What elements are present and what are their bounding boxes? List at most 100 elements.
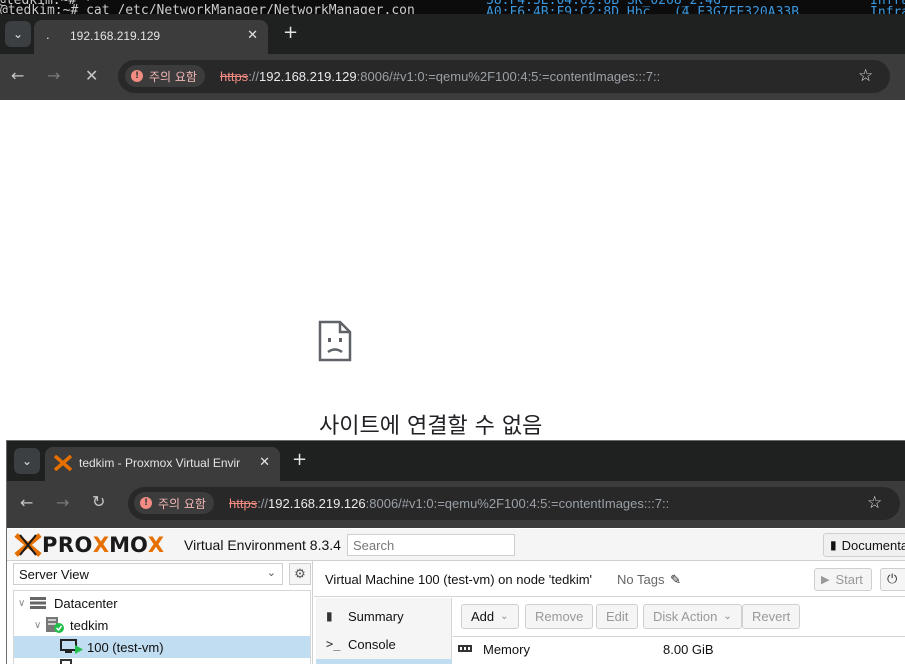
datacenter-icon: [30, 597, 46, 609]
terminal-wifi-mode: Infra: [870, 5, 905, 15]
url-host: 192.168.219.126: [268, 496, 366, 511]
url-host: 192.168.219.129: [259, 69, 357, 84]
logo-word-x2: X: [147, 533, 165, 557]
tab-title: 192.168.219.129: [70, 29, 161, 43]
tab-title: tedkim - Proxmox Virtual Envir: [79, 456, 241, 470]
proxmox-favicon-icon: [54, 455, 72, 471]
view-selector[interactable]: Server View ⌄: [13, 563, 283, 585]
url-text[interactable]: https://192.168.219.129:8006/#v1:0:=qemu…: [220, 69, 660, 84]
book-icon: ▮: [326, 609, 333, 623]
documentation-label: Documentation: [841, 537, 905, 553]
collapse-icon[interactable]: ∨: [18, 598, 25, 609]
vm-running-icon: [60, 639, 83, 654]
url-path: :8006/#v1:0:=qemu%2F100:4:5:=contentImag…: [365, 496, 670, 511]
tree-item-label: tedkim: [70, 617, 109, 633]
no-tags-label: No Tags: [617, 572, 665, 587]
new-tab-button[interactable]: +: [283, 22, 298, 43]
add-button-label: Add: [471, 609, 495, 624]
tags-area[interactable]: No Tags ✎: [617, 572, 681, 588]
url-separator: ://: [257, 496, 269, 511]
proxmox-version: Virtual Environment 8.3.4: [184, 537, 341, 553]
url-path: :8006/#v1:0:=qemu%2F100:4:5:=contentImag…: [356, 69, 661, 84]
remove-button[interactable]: Remove: [525, 604, 594, 629]
logo-word-pro: PRO: [42, 533, 93, 557]
gear-icon[interactable]: ⚙: [289, 563, 311, 585]
tab-favicon: .: [46, 27, 50, 42]
bookmark-star-icon[interactable]: ☆: [858, 66, 873, 86]
browser-tab[interactable]: . 192.168.219.129 ✕: [34, 20, 268, 54]
tree-item-label: Datacenter: [54, 595, 118, 611]
remove-button-label: Remove: [535, 609, 584, 624]
menu-item-summary[interactable]: ▮ Summary: [316, 603, 452, 629]
error-heading: 사이트에 연결할 수 없음: [319, 414, 543, 439]
power-icon: ⏻: [887, 572, 898, 587]
tab-close-icon[interactable]: ✕: [259, 454, 270, 470]
collapse-icon[interactable]: ∨: [34, 620, 41, 631]
menu-item-label: Summary: [348, 608, 404, 624]
book-icon: ▮: [830, 538, 837, 552]
memory-icon: [458, 645, 472, 652]
new-tab-button[interactable]: +: [292, 449, 307, 470]
tree-item-node[interactable]: ∨ tedkim: [14, 614, 310, 636]
vm-title: Virtual Machine 100 (test-vm) on node 't…: [325, 572, 593, 587]
chevron-down-icon: ⌄: [266, 567, 276, 579]
chevron-down-icon: ⌄: [500, 611, 509, 622]
security-warning-chip[interactable]: ! 주의 요함: [125, 65, 205, 87]
tab-search-button[interactable]: ⌄: [5, 21, 31, 47]
url-scheme: https: [229, 496, 258, 511]
view-selector-value: Server View: [19, 566, 89, 582]
security-warning-label: 주의 요함: [149, 69, 197, 84]
add-button[interactable]: Add ⌄: [461, 604, 519, 629]
menu-item-hardware-partial[interactable]: [316, 659, 452, 664]
revert-button[interactable]: Revert: [742, 604, 801, 629]
background-terminal: @tedkim:~# · @tedkim:~# cat /etc/Network…: [0, 0, 905, 14]
terminal-wifi-row: A0:F6:4B:F9:C2:8D Hbc___(4_E3G7EE320A33B: [486, 5, 800, 15]
back-button[interactable]: ←: [11, 66, 24, 85]
vm-icon-partial: [60, 659, 72, 664]
hardware-row-name: Memory: [483, 642, 530, 657]
start-button-label: Start: [835, 572, 863, 587]
edit-button-label: Edit: [606, 609, 629, 624]
pencil-icon[interactable]: ✎: [670, 572, 681, 587]
warning-icon: !: [140, 497, 152, 509]
reload-button[interactable]: ↻: [92, 492, 105, 511]
browser-tab[interactable]: tedkim - Proxmox Virtual Envir ✕: [45, 447, 280, 481]
warning-icon: !: [131, 70, 143, 82]
url-text[interactable]: https://192.168.219.126:8006/#v1:0:=qemu…: [229, 496, 669, 511]
logo-word-mo: MO: [109, 533, 148, 557]
menu-item-console[interactable]: >_ Console: [316, 631, 452, 657]
stop-loading-button[interactable]: ✕: [85, 66, 98, 85]
chevron-down-icon: ⌄: [723, 611, 732, 622]
play-icon: ▶: [821, 574, 830, 586]
logo-word-x: X: [92, 533, 110, 557]
forward-button[interactable]: →: [56, 493, 69, 512]
search-input[interactable]: Search: [347, 534, 515, 556]
hardware-row-value: 8.00 GiB: [663, 642, 714, 657]
back-button[interactable]: ←: [20, 493, 33, 512]
proxmox-x-logo-icon: [14, 533, 42, 557]
disk-action-button[interactable]: Disk Action ⌄: [643, 604, 742, 629]
url-separator: ://: [248, 69, 260, 84]
terminal-icon: >_: [326, 637, 341, 651]
terminal-line: @tedkim:~# cat /etc/NetworkManager/Netwo…: [0, 3, 415, 15]
sad-document-icon: [318, 320, 352, 362]
proxmox-logo[interactable]: PRO X MO X: [14, 532, 164, 558]
tab-close-icon[interactable]: ✕: [247, 27, 258, 43]
disk-action-label: Disk Action: [653, 609, 718, 624]
security-warning-label: 주의 요함: [158, 496, 206, 511]
start-button[interactable]: ▶ Start: [814, 568, 872, 591]
forward-button[interactable]: →: [47, 66, 60, 85]
security-warning-chip[interactable]: ! 주의 요함: [134, 492, 214, 514]
documentation-button[interactable]: ▮ Documentation: [823, 533, 905, 557]
tab-search-button[interactable]: ⌄: [14, 448, 40, 474]
tree-item-label: 100 (test-vm): [87, 639, 164, 655]
tree-item-vm-100[interactable]: 100 (test-vm): [14, 636, 310, 658]
bookmark-star-icon[interactable]: ☆: [867, 493, 882, 513]
url-scheme: https: [220, 69, 249, 84]
node-online-icon: [46, 617, 64, 633]
shutdown-button[interactable]: ⏻: [880, 568, 905, 591]
tree-item-datacenter[interactable]: ∨ Datacenter: [14, 592, 310, 614]
error-page: [0, 100, 905, 440]
edit-button[interactable]: Edit: [596, 604, 639, 629]
menu-item-label: Console: [348, 636, 396, 652]
